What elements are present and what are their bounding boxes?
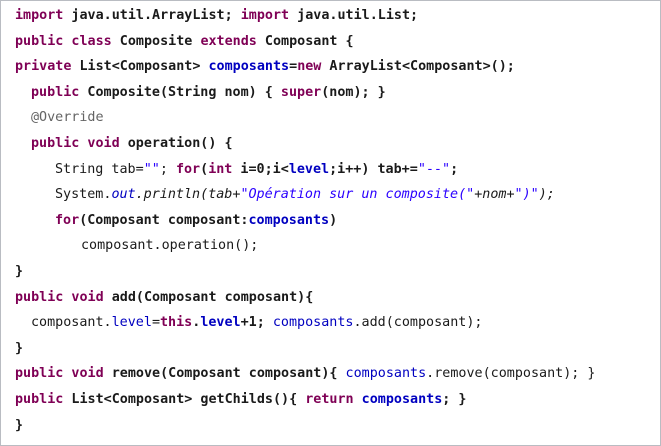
close-brace: } <box>15 417 24 433</box>
code-line-operation-signature: public void operation() { <box>1 131 660 157</box>
import-list: java.util.List; <box>289 8 419 23</box>
code-line-field: private List<Composant> composants=new A… <box>1 54 660 80</box>
keyword-public-void: public void <box>31 135 120 151</box>
code-line-constructor: public Composite(String nom) { super(nom… <box>1 80 660 106</box>
code-editor[interactable]: import java.util.ArrayList; import java.… <box>0 0 661 446</box>
keyword-this: this <box>160 315 193 331</box>
string-close-paren: ")" <box>514 187 539 203</box>
separator: ; <box>159 161 176 177</box>
method-getchilds: List<Composant> getChilds(){ <box>63 391 306 407</box>
keyword-int: int <box>208 161 233 177</box>
field-composants: composants <box>361 391 443 407</box>
return-end: ; } <box>442 391 467 407</box>
keyword-import: import <box>15 8 64 23</box>
code-line-annotation: @Override <box>1 105 660 131</box>
system-class: System. <box>55 187 112 203</box>
loop-increment: ;i++) tab+= <box>329 161 418 177</box>
superclass-name: Composant { <box>256 33 354 49</box>
code-line-class-declaration: public class Composite extends Composant… <box>1 29 660 55</box>
keyword-for: for <box>175 161 201 177</box>
field-level: level <box>200 315 241 331</box>
loop-condition: i=0;i< <box>232 161 289 177</box>
method-operation: operation() { <box>119 135 233 151</box>
keyword-extends: extends <box>200 33 257 49</box>
remove-call: .remove(composant); } <box>426 366 596 382</box>
constructor-signature: Composite(String nom) { <box>79 84 281 100</box>
code-line-remove: public void remove(Composant composant){… <box>1 361 660 387</box>
keyword-public-class: public class <box>15 33 112 49</box>
code-line-close-brace: } <box>1 259 660 285</box>
field-composants: composants <box>272 315 354 331</box>
add-call: .add(composant); <box>353 315 483 331</box>
code-line-close-brace: } <box>1 336 660 362</box>
code-line-class-close: } <box>1 413 660 439</box>
field-out: out <box>111 187 136 203</box>
paren-open: ( <box>200 161 209 177</box>
semicolon: ; <box>450 161 459 177</box>
string-empty: "" <box>143 161 160 177</box>
close-brace: } <box>15 340 24 356</box>
println-call: .println(tab+ <box>135 187 241 203</box>
keyword-import: import <box>240 8 290 23</box>
code-line-imports: import java.util.ArrayList; import java.… <box>1 3 660 29</box>
field-composants: composants <box>248 212 330 228</box>
constructor-call: ArrayList<Composant>(); <box>321 59 515 75</box>
method-add: add(Composant composant){ <box>103 289 314 305</box>
code-line-println: System.out.println(tab+"Opération sur un… <box>1 182 660 208</box>
keyword-super: super <box>280 84 322 100</box>
operator-assign: = <box>289 59 298 75</box>
keyword-public: public <box>31 84 80 100</box>
operator-assign: = <box>151 315 160 331</box>
field-composants: composants <box>345 366 427 382</box>
method-remove: remove(Composant composant){ <box>103 366 346 382</box>
field-level: level <box>111 315 152 331</box>
annotation-override: @Override <box>31 110 104 126</box>
close-brace: } <box>15 263 24 279</box>
field-composants: composants <box>208 59 290 75</box>
code-line-add-body: composant.level=this.level+1; composants… <box>1 310 660 336</box>
keyword-private: private <box>15 59 72 75</box>
code-line-add-signature: public void add(Composant composant){ <box>1 285 660 311</box>
foreach-variable: (Composant composant: <box>79 212 249 228</box>
field-type: List<Composant> <box>71 59 209 75</box>
field-level: level <box>288 161 330 177</box>
super-args: (nom); } <box>321 84 386 100</box>
code-line-foreach: for(Composant composant:composants) <box>1 208 660 234</box>
keyword-new: new <box>297 59 322 75</box>
composant-ref: composant. <box>31 315 112 331</box>
code-line-operation-call: composant.operation(); <box>1 233 660 259</box>
string-operation-message: "Opération sur un composite(" <box>240 187 475 203</box>
println-end: ); <box>538 187 555 203</box>
keyword-public-void: public void <box>15 366 104 382</box>
keyword-return: return <box>305 391 354 407</box>
operation-call: composant.operation(); <box>81 238 259 254</box>
increment-expression: +1; <box>240 315 273 331</box>
string-dashes: "--" <box>417 161 451 177</box>
code-line-getchilds: public List<Composant> getChilds(){ retu… <box>1 387 660 413</box>
import-arraylist: java.util.ArrayList; <box>63 8 241 23</box>
tab-declaration: String tab= <box>55 161 144 177</box>
class-name: Composite <box>111 33 201 49</box>
keyword-public-void: public void <box>15 289 104 305</box>
concat-nom: +nom+ <box>474 187 515 203</box>
code-line-tab-loop: String tab=""; for(int i=0;i<level;i++) … <box>1 157 660 183</box>
keyword-public: public <box>15 391 64 407</box>
keyword-for: for <box>55 212 80 228</box>
paren-close: ) <box>329 212 338 228</box>
